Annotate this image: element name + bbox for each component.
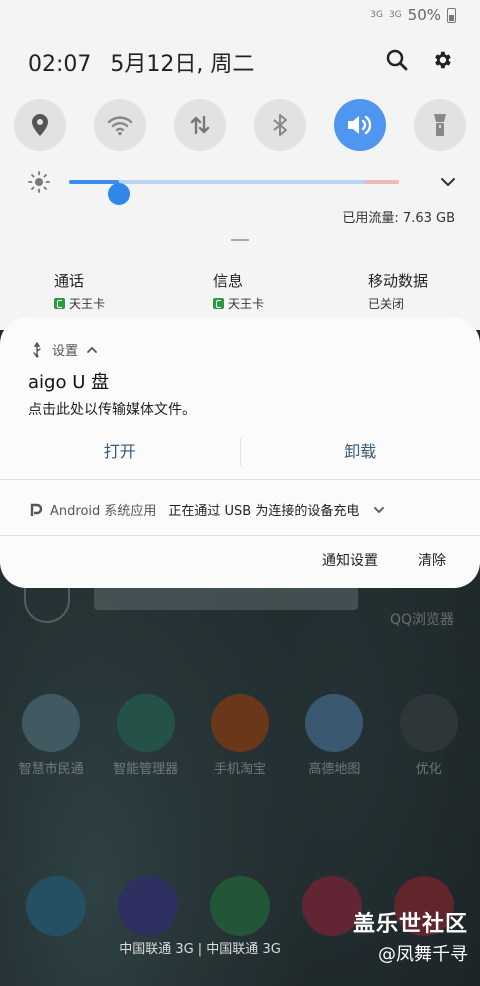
date-time: 02:07 5月12日, 周二 <box>28 46 254 78</box>
data-usage: 已用流量: 7.63 GB <box>342 211 455 226</box>
android-system-icon <box>30 503 42 516</box>
sim-messages[interactable]: 信息 天王卡 <box>213 270 264 312</box>
divider <box>0 535 480 536</box>
chevron-down-icon[interactable] <box>373 506 385 514</box>
system-notification-text: 正在通过 USB 为连接的设备充电 <box>168 504 360 519</box>
quick-toggles <box>14 99 466 151</box>
sim-calls[interactable]: 通话 天王卡 <box>54 270 105 312</box>
sim-mobile-data[interactable]: 移动数据 已关闭 <box>368 270 428 312</box>
clock: 02:07 <box>28 52 92 77</box>
bluetooth-icon <box>273 114 287 136</box>
usb-icon <box>33 341 41 357</box>
battery-percent: 50% <box>407 6 441 24</box>
brightness-high-zone <box>365 180 399 184</box>
clear-button[interactable]: 清除 <box>418 550 446 570</box>
sim-card-icon <box>54 298 65 309</box>
location-toggle[interactable] <box>14 99 66 151</box>
divider <box>0 479 480 480</box>
quick-panel: 3G 3G 50% 02:07 5月12日, 周二 已用流量: 7.63 GB … <box>0 0 480 330</box>
notification-actions: 打开 卸载 <box>0 436 480 468</box>
battery-icon <box>447 7 456 23</box>
sim-card-icon <box>213 298 224 309</box>
sound-toggle[interactable] <box>334 99 386 151</box>
chevron-up-icon[interactable] <box>86 346 98 354</box>
system-notification[interactable]: Android 系统应用 正在通过 USB 为连接的设备充电 <box>30 500 385 519</box>
notification-title[interactable]: aigo U 盘 <box>28 368 109 394</box>
panel-handle[interactable] <box>231 239 249 241</box>
chevron-down-icon[interactable] <box>440 177 456 187</box>
signal-1: 3G <box>370 10 383 20</box>
notification-card: 设置 aigo U 盘 点击此处以传输媒体文件。 打开 卸载 Android 系… <box>0 318 480 588</box>
data-toggle[interactable] <box>174 99 226 151</box>
search-icon[interactable] <box>383 46 411 74</box>
gear-icon[interactable] <box>428 46 456 74</box>
flashlight-icon <box>434 114 446 136</box>
wifi-icon <box>107 116 133 136</box>
date: 5月12日, 周二 <box>110 52 255 77</box>
flashlight-toggle[interactable] <box>414 99 466 151</box>
notification-settings-button[interactable]: 通知设置 <box>322 550 378 570</box>
open-button[interactable]: 打开 <box>0 436 240 468</box>
data-transfer-icon <box>190 115 210 135</box>
sun-icon <box>28 171 50 193</box>
brightness-slider[interactable] <box>69 180 399 205</box>
signal-2: 3G <box>388 10 402 20</box>
uninstall-button[interactable]: 卸载 <box>241 436 480 468</box>
status-bar: 3G 3G 50% <box>370 0 456 30</box>
brightness-thumb[interactable] <box>108 183 130 205</box>
location-icon <box>32 114 48 136</box>
notification-app-name: 设置 <box>52 344 79 359</box>
notification-header[interactable]: 设置 <box>30 340 98 359</box>
wifi-toggle[interactable] <box>94 99 146 151</box>
bluetooth-toggle[interactable] <box>254 99 306 151</box>
notification-body[interactable]: 点击此处以传输媒体文件。 <box>28 399 196 419</box>
notification-footer: 通知设置 清除 <box>322 550 446 570</box>
system-app-name: Android 系统应用 <box>50 504 157 519</box>
sound-icon <box>348 115 372 135</box>
brightness-control <box>26 168 456 205</box>
brightness-fill <box>69 180 119 184</box>
watermark: 盖乐世社区 @凤舞千寻 <box>352 912 468 965</box>
